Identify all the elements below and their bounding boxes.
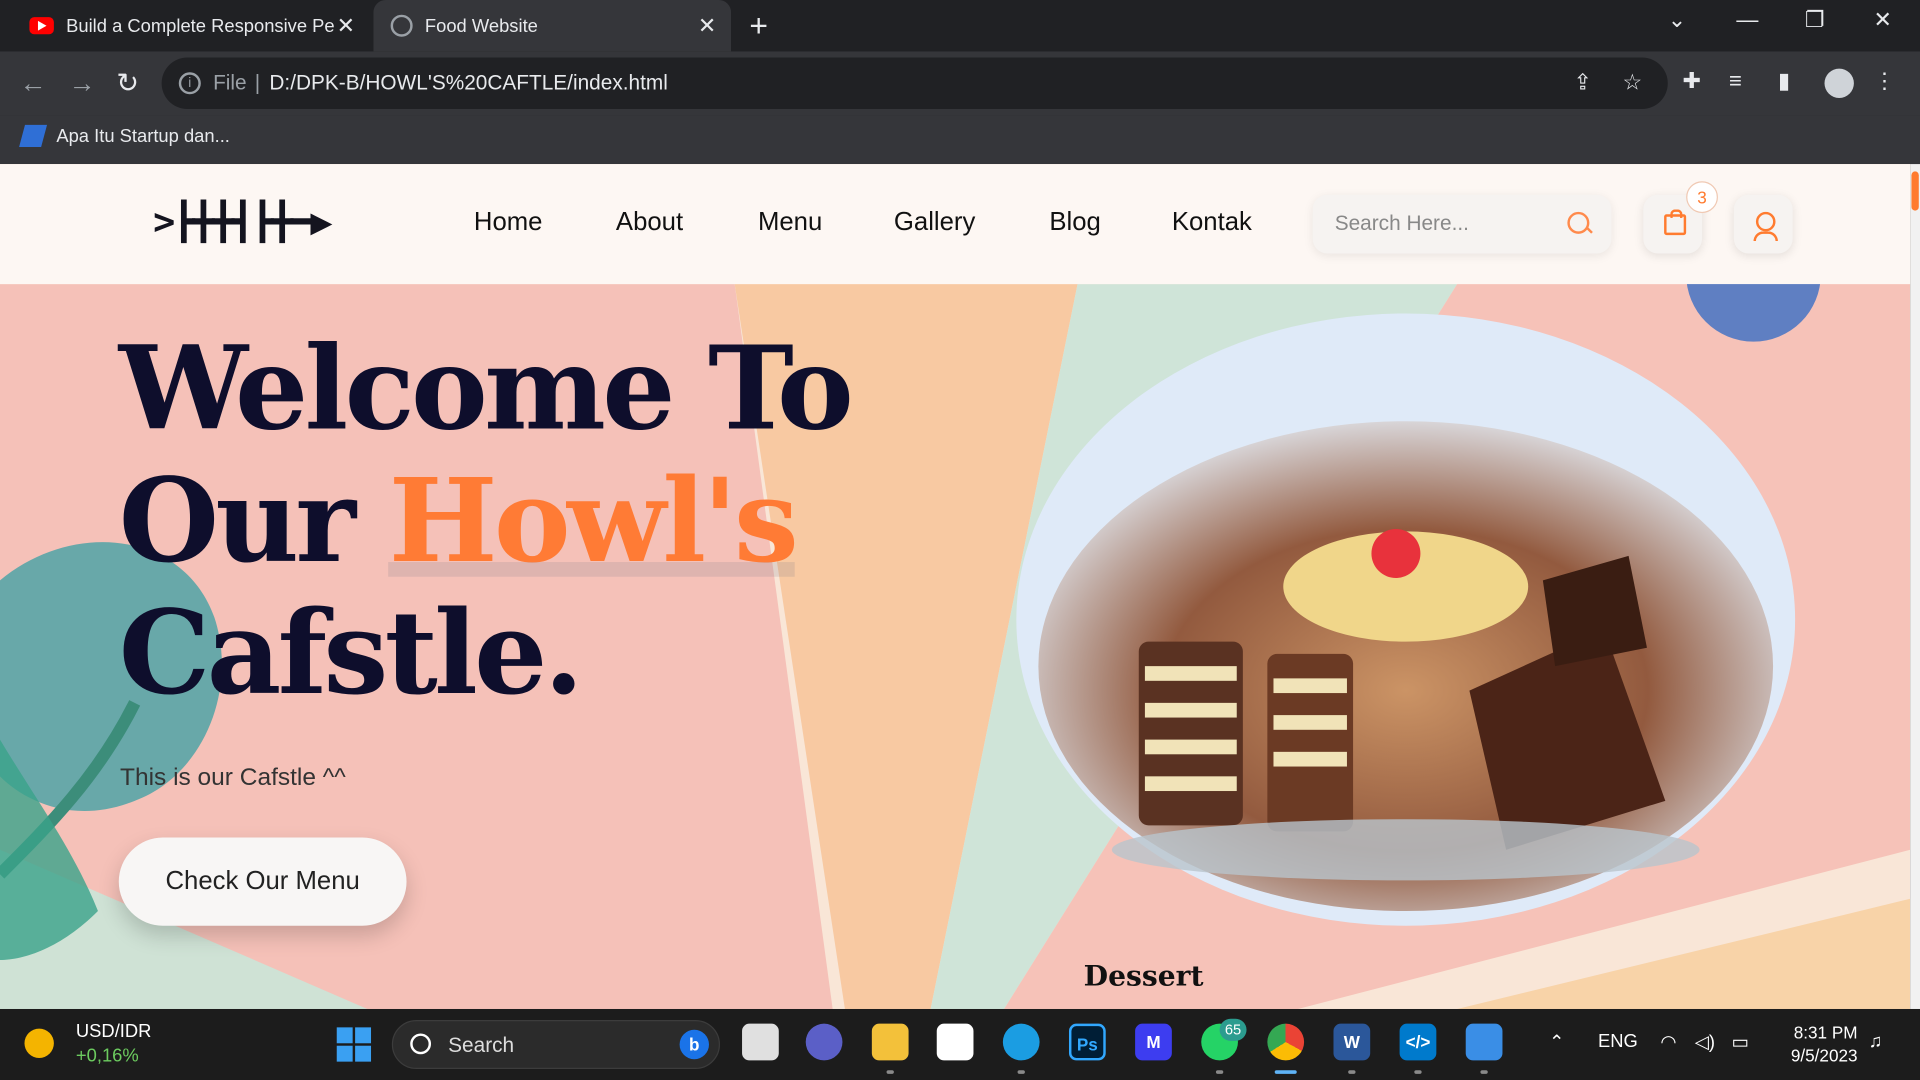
photos-icon[interactable] xyxy=(1465,1023,1503,1061)
hero-line-2: Our Howl's xyxy=(119,456,850,588)
hero-line-2-prefix: Our xyxy=(118,454,389,589)
taskbar-search[interactable]: Search b xyxy=(391,1020,721,1069)
close-window-button[interactable]: ✕ xyxy=(1873,7,1891,33)
nav-blog[interactable]: Blog xyxy=(1049,208,1100,237)
coins-icon xyxy=(24,1028,54,1058)
image-caption: Dessert xyxy=(1083,960,1204,994)
whatsapp-badge: 65 xyxy=(1219,1018,1247,1041)
reload-icon[interactable]: ↻ xyxy=(116,67,139,99)
close-tab-icon[interactable]: ✕ xyxy=(698,13,716,39)
globe-icon xyxy=(390,14,413,37)
language-indicator[interactable]: ENG xyxy=(1598,1031,1638,1052)
page-scrollbar[interactable] xyxy=(1910,164,1920,1009)
photoshop-icon[interactable]: Ps xyxy=(1068,1023,1106,1061)
wifi-icon[interactable]: ◠ xyxy=(1660,1031,1676,1053)
search-icon xyxy=(410,1033,432,1055)
running-indicator xyxy=(1348,1070,1356,1074)
battery-icon[interactable]: ▭ xyxy=(1731,1031,1748,1053)
cart-count-badge: 3 xyxy=(1686,181,1718,214)
bookmark-label: Apa Itu Startup dan... xyxy=(56,125,230,147)
chrome-icon[interactable] xyxy=(1267,1023,1305,1061)
running-indicator-active xyxy=(1274,1070,1297,1074)
running-indicator xyxy=(1480,1070,1488,1074)
tab-title: Build a Complete Responsive Per xyxy=(66,15,336,37)
bookmark-favicon-icon xyxy=(19,124,48,147)
minimize-button[interactable]: — xyxy=(1736,7,1758,33)
scrollbar-thumb[interactable] xyxy=(1911,171,1919,211)
hero-subtitle: This is our Cafstle ^^ xyxy=(120,764,346,792)
nav-kontak[interactable]: Kontak xyxy=(1172,208,1252,237)
browser-toolbar: ← → ↻ i File | D:/DPK-B/HOWL'S%20CAFTLE/… xyxy=(0,51,1920,116)
site-header: >┣╋╋┫┣╋━▶ Home About Menu Gallery Blog K… xyxy=(0,164,1911,285)
chevron-up-icon[interactable]: ⌃ xyxy=(1549,1031,1564,1053)
nav-gallery[interactable]: Gallery xyxy=(894,208,975,237)
profile-avatar[interactable] xyxy=(1824,68,1854,98)
ticker-pair: USD/IDR xyxy=(75,1021,152,1043)
nav-about[interactable]: About xyxy=(616,208,683,237)
account-button[interactable] xyxy=(1733,194,1793,254)
tab-title: Food Website xyxy=(424,15,538,37)
tab-food-website[interactable]: Food Website ✕ xyxy=(373,0,732,52)
teams-chat-icon[interactable] xyxy=(805,1023,843,1061)
bookmarks-bar: Apa Itu Startup dan... xyxy=(0,115,1920,166)
windows-taskbar: USD/IDR +0,16% Search b Ps M 65 W </> ⌃ … xyxy=(0,1008,1920,1080)
clock-time: 8:31 PM xyxy=(1793,1022,1858,1043)
microsoft-store-icon[interactable] xyxy=(936,1023,974,1061)
tab-youtube[interactable]: Build a Complete Responsive Per ✕ xyxy=(15,0,370,51)
nav-home[interactable]: Home xyxy=(474,208,543,237)
bookmark-star-icon[interactable]: ☆ xyxy=(1622,70,1642,96)
system-clock[interactable]: 8:31 PM 9/5/2023 xyxy=(1782,1021,1858,1068)
close-tab-icon[interactable]: ✕ xyxy=(337,13,355,39)
edge-icon[interactable] xyxy=(1002,1023,1040,1061)
hero-line-1: Welcome To xyxy=(118,322,854,457)
address-bar[interactable]: i File | D:/DPK-B/HOWL'S%20CAFTLE/index.… xyxy=(161,57,1668,109)
menu-kebab-icon[interactable]: ⋮ xyxy=(1873,69,1895,95)
shopping-bag-icon xyxy=(1664,209,1687,236)
youtube-icon xyxy=(29,17,54,35)
scheme-label: File xyxy=(213,71,247,95)
notifications-icon[interactable]: ♫ xyxy=(1869,1031,1883,1052)
running-indicator xyxy=(1215,1070,1224,1074)
volume-icon[interactable]: ◁) xyxy=(1695,1031,1715,1053)
hero-line-3: Cafstle. xyxy=(118,586,584,722)
clock-date: 9/5/2023 xyxy=(1790,1045,1858,1066)
running-indicator xyxy=(1414,1070,1422,1074)
bing-icon[interactable]: b xyxy=(679,1029,709,1060)
start-button[interactable] xyxy=(336,1027,372,1062)
taskbar-search-label: Search xyxy=(448,1033,515,1057)
back-arrow-icon[interactable]: ← xyxy=(20,67,47,99)
user-icon xyxy=(1753,211,1778,242)
hero-heading: Welcome To Our Howl's Cafstle. xyxy=(118,322,854,722)
vscode-icon[interactable]: </> xyxy=(1399,1023,1437,1061)
restore-button[interactable]: ❐ xyxy=(1805,7,1825,33)
forward-arrow-icon[interactable]: → xyxy=(69,67,96,99)
task-view-icon[interactable] xyxy=(742,1023,779,1061)
side-panel-icon[interactable]: ▮ xyxy=(1778,69,1790,95)
nav-menu[interactable]: Menu xyxy=(758,208,822,237)
tab-search-icon[interactable]: ⌄ xyxy=(1668,7,1686,33)
running-indicator xyxy=(1017,1070,1025,1074)
web-page: >┣╋╋┫┣╋━▶ Home About Menu Gallery Blog K… xyxy=(0,164,1911,1009)
file-explorer-icon[interactable] xyxy=(871,1023,909,1061)
word-icon[interactable]: W xyxy=(1333,1023,1371,1061)
media-control-icon[interactable]: ≡ xyxy=(1729,69,1742,95)
app-icon[interactable]: M xyxy=(1135,1023,1172,1061)
bookmark-item[interactable]: Apa Itu Startup dan... xyxy=(19,124,230,147)
running-indicator xyxy=(886,1070,894,1074)
extensions-icon[interactable]: ✚ xyxy=(1682,69,1700,95)
tab-strip: Build a Complete Responsive Per ✕ Food W… xyxy=(0,0,1920,52)
divider: | xyxy=(254,71,261,95)
share-icon[interactable]: ⇪ xyxy=(1573,70,1591,96)
new-tab-button[interactable]: + xyxy=(749,7,768,45)
site-logo[interactable]: >┣╋╋┫┣╋━▶ xyxy=(153,201,332,244)
check-menu-button[interactable]: Check Our Menu xyxy=(118,837,407,926)
search-placeholder: Search Here... xyxy=(1334,211,1469,236)
url-text[interactable]: D:/DPK-B/HOWL'S%20CAFTLE/index.html xyxy=(269,71,667,95)
search-icon[interactable] xyxy=(1567,211,1590,234)
info-icon[interactable]: i xyxy=(178,72,201,95)
hero-highlight: Howl's xyxy=(388,454,799,589)
ticker-change: +0,16% xyxy=(75,1045,139,1067)
search-input[interactable]: Search Here... xyxy=(1312,194,1612,254)
